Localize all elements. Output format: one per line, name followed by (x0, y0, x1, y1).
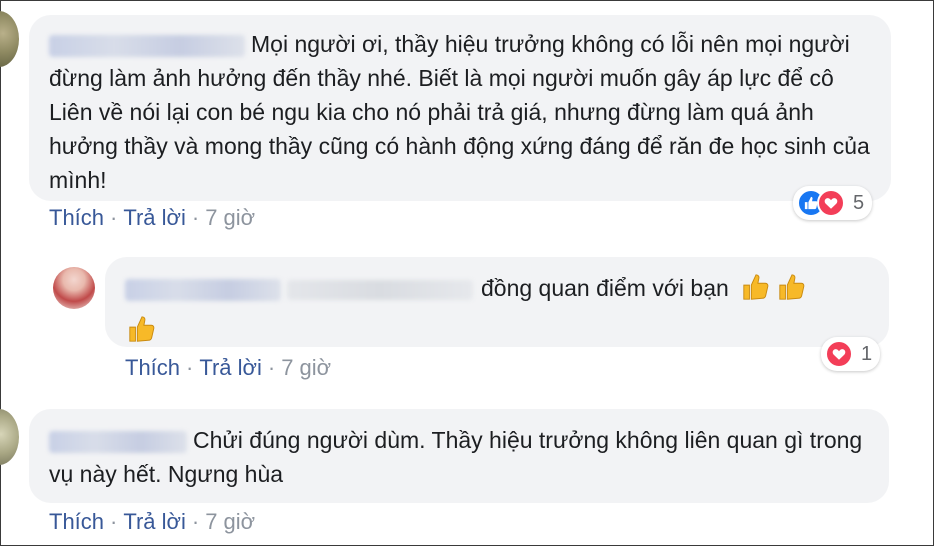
blurred-mention[interactable] (287, 279, 473, 300)
comment-actions: Thích · Trả lời · 7 giờ (49, 205, 255, 231)
reaction-count: 1 (861, 342, 873, 365)
blurred-author-name[interactable] (125, 278, 281, 301)
love-reaction-icon (825, 340, 853, 368)
like-link[interactable]: Thích (49, 509, 104, 534)
timestamp[interactable]: 7 giờ (281, 355, 331, 380)
avatar[interactable] (53, 267, 95, 309)
comment-bubble: Mọi người ơi, thầy hiệu trưởng không có … (29, 15, 891, 201)
avatar[interactable] (0, 11, 19, 67)
separator: · (110, 205, 118, 230)
separator: · (186, 355, 194, 380)
separator: · (191, 509, 200, 534)
comment-actions: Thích · Trả lời · 7 giờ (49, 509, 255, 535)
reply-link[interactable]: Trả lời (123, 509, 186, 534)
blurred-author-name[interactable] (49, 34, 245, 57)
separator: · (267, 355, 276, 380)
comment-thread: Mọi người ơi, thầy hiệu trưởng không có … (0, 0, 934, 546)
reply-link[interactable]: Trả lời (199, 355, 262, 380)
timestamp[interactable]: 7 giờ (205, 509, 255, 534)
separator: · (191, 205, 200, 230)
like-link[interactable]: Thích (49, 205, 104, 230)
blurred-author-name[interactable] (49, 430, 187, 453)
love-reaction-icon (817, 189, 845, 217)
like-link[interactable]: Thích (125, 355, 180, 380)
reaction-count: 5 (853, 191, 865, 214)
timestamp[interactable]: 7 giờ (205, 205, 255, 230)
reaction-summary[interactable]: 1 (821, 337, 881, 371)
thumbs-up-emoji-icon (127, 314, 157, 353)
comment-text: đồng quan điểm với bạn (481, 275, 729, 301)
reaction-summary[interactable]: 5 (793, 186, 873, 220)
comment-bubble: Chửi đúng người dùm. Thầy hiệu trưởng kh… (29, 409, 889, 503)
avatar[interactable] (0, 409, 19, 465)
separator: · (110, 509, 118, 534)
comment-actions: Thích · Trả lời · 7 giờ (125, 355, 331, 381)
reply-link[interactable]: Trả lời (123, 205, 186, 230)
reply-bubble: đồng quan điểm với bạn (105, 257, 889, 347)
thumbs-up-emoji-icon (777, 272, 807, 311)
thumbs-up-emoji-icon (741, 272, 771, 311)
